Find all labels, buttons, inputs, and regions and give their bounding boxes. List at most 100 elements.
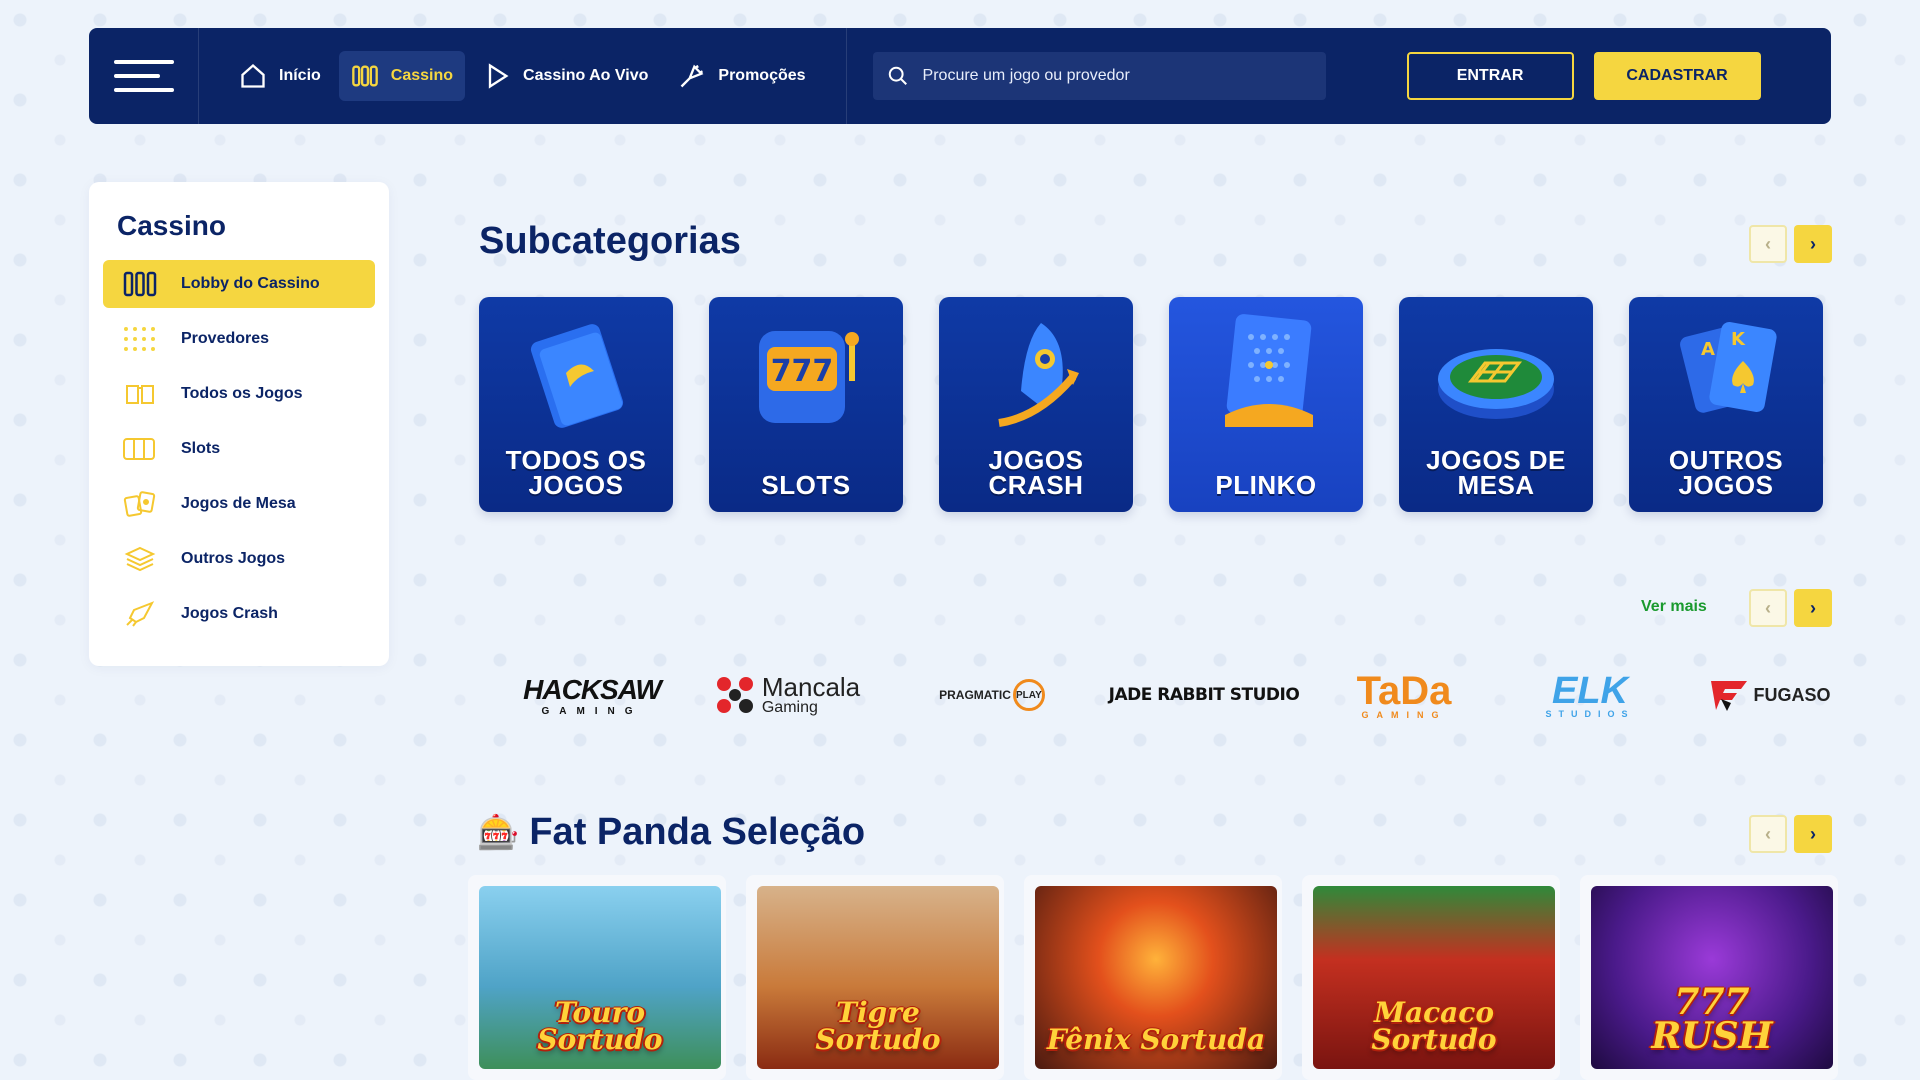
- provider-sub: GAMING: [1361, 709, 1447, 720]
- provider-logo-mancala[interactable]: Mancala Gaming: [697, 674, 877, 716]
- provider-logo-hacksaw[interactable]: HACKSAW GAMING: [507, 674, 677, 717]
- nav-item-cassino-ao-vivo[interactable]: Cassino Ao Vivo: [471, 51, 660, 101]
- sidebar-item-label: Lobby do Cassino: [181, 275, 320, 292]
- game-thumbnail: Macaco Sortudo: [1313, 886, 1555, 1069]
- sidebar-title: Cassino: [117, 210, 226, 241]
- game-card-fenix-sortuda[interactable]: Fênix Sortuda: [1024, 875, 1282, 1080]
- lobby-icon: [123, 271, 157, 297]
- rocket-icon: [998, 323, 1079, 427]
- game-thumbnail: Tigre Sortudo: [757, 886, 999, 1069]
- provider-name: JADE RABBIT STUDIO: [1108, 685, 1300, 705]
- layers-icon: [124, 546, 156, 572]
- subcategory-card-jogos-de-mesa[interactable]: JOGOS DE MESA: [1399, 297, 1593, 512]
- sidebar-item-lobby[interactable]: Lobby do Cassino: [103, 260, 375, 308]
- subcategory-label-line2: CRASH: [988, 470, 1084, 500]
- nav-item-inicio[interactable]: Início: [227, 51, 333, 101]
- provider-logo-jade-rabbit[interactable]: JADE RABBIT STUDIO: [1099, 685, 1309, 705]
- casino-icon: [351, 65, 378, 87]
- provider-sub: GAMING: [541, 705, 643, 717]
- selection-next-button[interactable]: ›: [1794, 815, 1832, 853]
- provider-name: TaDa: [1356, 668, 1452, 713]
- provider-name: Mancala: [761, 672, 861, 702]
- providers-next-button[interactable]: ›: [1794, 589, 1832, 627]
- provider-logo-tada[interactable]: TaDa GAMING: [1329, 671, 1479, 720]
- main-nav: Início Cassino Cassino Ao Vivo Promoções: [199, 28, 847, 124]
- subcategory-label-line2: PLINKO: [1215, 470, 1317, 500]
- game-card-touro-sortudo[interactable]: Touro Sortudo: [468, 875, 726, 1080]
- provider-logo-fugaso[interactable]: FUGASO: [1695, 675, 1845, 715]
- sidebar-item-label: Provedores: [181, 330, 270, 347]
- hamburger-menu-button[interactable]: [89, 28, 199, 124]
- subcategories-title: Subcategorias: [479, 220, 741, 262]
- rocket-icon: [126, 601, 155, 627]
- fugaso-logo-icon: [1711, 681, 1748, 711]
- sidebar-item-slots[interactable]: Slots: [103, 425, 375, 473]
- home-icon: [241, 63, 265, 88]
- svg-text:777: 777: [771, 354, 834, 389]
- provider-name: ELK: [1552, 669, 1628, 712]
- svg-text:K: K: [1731, 329, 1746, 350]
- game-card-tigre-sortudo[interactable]: Tigre Sortudo: [746, 875, 1004, 1080]
- subcategories-next-button[interactable]: ›: [1794, 225, 1832, 263]
- provider-sub: PLAY: [1012, 679, 1045, 711]
- table-icon: [1438, 349, 1554, 419]
- nav-item-cassino[interactable]: Cassino: [338, 51, 466, 101]
- game-title-line1: Tigre: [836, 996, 920, 1029]
- subcategory-card-slots[interactable]: 777 SLOTS: [709, 297, 903, 512]
- game-thumbnail: Fênix Sortuda: [1035, 886, 1277, 1069]
- sidebar-item-label: Jogos Crash: [181, 605, 278, 622]
- provider-sub: STUDIOS: [1545, 708, 1635, 719]
- providers-list: HACKSAW GAMING Mancala Gaming PRAGMATIC …: [479, 660, 1879, 730]
- providers-prev-button[interactable]: ‹: [1749, 589, 1787, 627]
- game-card-macaco-sortudo[interactable]: Macaco Sortudo: [1302, 875, 1560, 1080]
- subcategories-carousel-controls: ‹ ›: [1749, 225, 1832, 263]
- game-title-line2: RUSH: [1651, 1015, 1773, 1057]
- sidebar-item-provedores[interactable]: Provedores: [103, 315, 375, 363]
- sidebar-item-todos-os-jogos[interactable]: Todos os Jogos: [103, 370, 375, 418]
- plinko-icon: [1225, 314, 1313, 427]
- game-title-line1: 777: [1674, 981, 1750, 1023]
- game-card-777-rush[interactable]: 777 RUSH: [1580, 875, 1838, 1080]
- slot-machine-emoji-icon: 🎰: [477, 813, 520, 852]
- sidebar-item-outros-jogos[interactable]: Outros Jogos: [103, 535, 375, 583]
- menu-icon: [113, 60, 174, 92]
- search-input[interactable]: [922, 67, 1312, 85]
- sidebar-item-jogos-de-mesa[interactable]: Jogos de Mesa: [103, 480, 375, 528]
- nav-item-label: Cassino: [390, 67, 454, 84]
- subcategory-card-outros-jogos[interactable]: AK OUTROS JOGOS: [1629, 297, 1823, 512]
- game-thumbnail: 777 RUSH: [1591, 886, 1833, 1069]
- subcategory-card-plinko[interactable]: PLINKO: [1169, 297, 1363, 512]
- book-icon: [126, 385, 154, 404]
- providers-see-more-link[interactable]: Ver mais: [1641, 598, 1707, 616]
- subcategory-card-jogos-crash[interactable]: JOGOS CRASH: [939, 297, 1133, 512]
- nav-item-promocoes[interactable]: Promoções: [666, 51, 817, 101]
- sidebar: Cassino Lobby do Cassino Provedores Todo…: [89, 182, 389, 666]
- sidebar-item-jogos-crash[interactable]: Jogos Crash: [103, 590, 375, 638]
- provider-logo-elk[interactable]: ELK STUDIOS: [1525, 672, 1655, 719]
- search-icon: [888, 66, 907, 85]
- play-icon: [488, 63, 509, 89]
- login-button[interactable]: ENTRAR: [1406, 52, 1574, 100]
- game-title-line1: Touro: [554, 996, 646, 1029]
- nav-item-label: Promoções: [718, 67, 806, 84]
- selection-title-text: Fat Panda Seleção: [529, 811, 866, 853]
- book-icon: [530, 324, 624, 428]
- sidebar-item-label: Todos os Jogos: [181, 385, 303, 402]
- sidebar-item-label: Slots: [181, 440, 221, 457]
- selection-games-list: Touro Sortudo Tigre Sortudo Fênix Sortuda …: [468, 875, 1838, 1080]
- register-button[interactable]: CADASTRAR: [1593, 52, 1761, 100]
- selection-prev-button[interactable]: ‹: [1749, 815, 1787, 853]
- cards-icon: [123, 491, 156, 517]
- subcategory-card-todos-os-jogos[interactable]: TODOS OS JOGOS: [479, 297, 673, 512]
- subcategories-prev-button[interactable]: ‹: [1749, 225, 1787, 263]
- search-bar[interactable]: [872, 52, 1326, 100]
- provider-name: HACKSAW: [523, 673, 662, 705]
- nav-item-label: Início: [279, 67, 321, 84]
- subcategory-label-line2: SLOTS: [761, 470, 851, 500]
- game-title-line1: Macaco: [1373, 996, 1495, 1029]
- game-title-line2: Fênix Sortuda: [1046, 1023, 1266, 1056]
- provider-logo-pragmatic[interactable]: PRAGMATIC PLAY: [907, 679, 1077, 711]
- game-title-line2: Sortudo: [537, 1023, 663, 1056]
- grid-dots-icon: [124, 327, 155, 351]
- game-thumbnail: Touro Sortudo: [479, 886, 721, 1069]
